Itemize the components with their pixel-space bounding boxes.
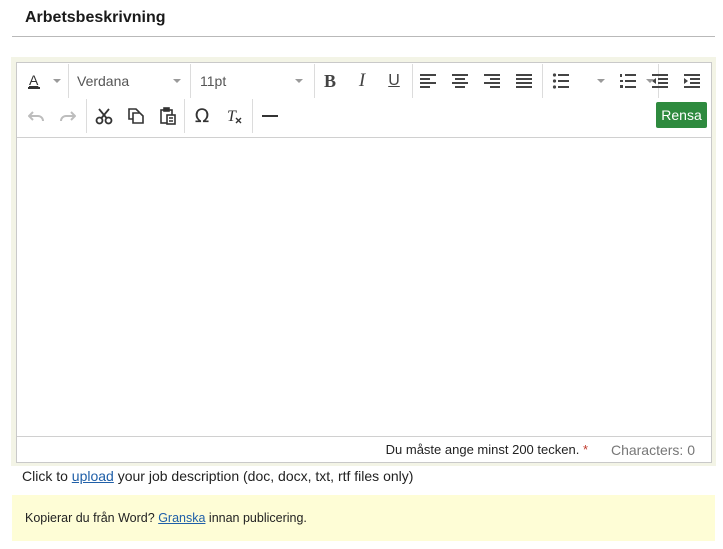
cut-button[interactable] xyxy=(89,102,119,130)
text-color-button[interactable]: A xyxy=(19,67,49,95)
word-notice-prefix: Kopierar du från Word? xyxy=(25,511,159,525)
clipboard-group xyxy=(87,99,185,133)
bullet-list-icon xyxy=(552,73,569,89)
svg-text:A: A xyxy=(29,72,39,88)
section-title: Arbetsbeskrivning xyxy=(25,9,166,26)
min-length-text: Du måste ange minst 200 tecken. xyxy=(385,442,580,457)
upload-prefix: Click to xyxy=(22,468,72,484)
cut-icon xyxy=(95,108,113,125)
rich-text-editor: A Verdana 11pt B I U Ω T Rensa Du måste … xyxy=(16,62,712,463)
toolbar-row-1: A Verdana 11pt B I U xyxy=(17,64,711,100)
bold-button[interactable]: B xyxy=(315,67,345,95)
word-notice-suffix: innan publicering. xyxy=(205,511,307,525)
history-group xyxy=(17,99,87,133)
undo-icon xyxy=(28,111,44,122)
horizontal-rule-icon xyxy=(262,115,278,117)
text-style-group: B I U xyxy=(315,64,413,98)
align-right-button[interactable] xyxy=(477,67,507,95)
editor-statusbar: Du måste ange minst 200 tecken. * Charac… xyxy=(17,436,711,462)
font-size-select[interactable]: 11pt xyxy=(191,64,315,98)
indent-group xyxy=(643,64,711,98)
clear-format-button[interactable]: T xyxy=(219,102,249,130)
min-length-notice: Du måste ange minst 200 tecken. * xyxy=(386,442,588,457)
align-left-button[interactable] xyxy=(413,67,443,95)
chevron-down-icon xyxy=(295,79,303,83)
toolbar-row-2: Ω T Rensa xyxy=(17,99,711,135)
align-center-icon xyxy=(452,74,468,88)
indent-icon xyxy=(684,74,700,88)
underline-icon: U xyxy=(388,72,400,89)
list-group xyxy=(543,64,659,98)
align-right-icon xyxy=(484,74,500,88)
align-justify-icon xyxy=(516,74,532,88)
font-family-select[interactable]: Verdana xyxy=(69,64,191,98)
word-paste-notice: Kopierar du från Word? Granska innan pub… xyxy=(12,495,715,541)
paste-button[interactable] xyxy=(153,102,183,130)
upload-link[interactable]: upload xyxy=(72,468,114,484)
granska-link[interactable]: Granska xyxy=(158,511,205,525)
editor-content-area[interactable] xyxy=(17,138,711,438)
redo-icon xyxy=(60,111,76,122)
bold-icon: B xyxy=(323,70,336,91)
upload-suffix: your job description (doc, docx, txt, rt… xyxy=(113,468,414,484)
character-count: Characters: 0 xyxy=(610,442,695,458)
required-mark: * xyxy=(582,442,588,457)
font-size-value: 11pt xyxy=(200,73,227,89)
undo-button[interactable] xyxy=(21,102,51,130)
outdent-icon xyxy=(652,74,668,88)
font-family-value: Verdana xyxy=(77,73,130,89)
bullet-list-button[interactable] xyxy=(546,67,576,95)
editor-toolbar: A Verdana 11pt B I U Ω T Rensa xyxy=(17,63,711,138)
omega-icon: Ω xyxy=(194,105,210,127)
italic-button[interactable]: I xyxy=(347,67,377,95)
bullet-list-caret[interactable] xyxy=(597,79,605,83)
text-color-group: A xyxy=(17,64,69,98)
italic-icon: I xyxy=(358,70,366,91)
paste-icon xyxy=(160,107,176,125)
redo-button[interactable] xyxy=(53,102,83,130)
align-justify-button[interactable] xyxy=(509,67,539,95)
hr-group xyxy=(253,99,287,133)
special-char-button[interactable]: Ω xyxy=(187,102,217,130)
svg-text:T: T xyxy=(227,108,237,125)
horizontal-rule-button[interactable] xyxy=(255,102,285,130)
editor-frame: A Verdana 11pt B I U Ω T Rensa Du måste … xyxy=(11,57,716,466)
copy-icon xyxy=(128,108,144,124)
underline-button[interactable]: U xyxy=(379,67,409,95)
outdent-button[interactable] xyxy=(645,67,675,95)
rensa-button[interactable]: Rensa xyxy=(656,102,707,128)
title-divider xyxy=(12,36,715,37)
align-left-icon xyxy=(420,74,436,88)
text-color-icon: A xyxy=(28,72,40,89)
clear-format-icon: T xyxy=(227,108,242,125)
align-center-button[interactable] xyxy=(445,67,475,95)
numbered-list-icon xyxy=(620,74,636,88)
text-color-caret[interactable] xyxy=(53,79,61,83)
numbered-list-button[interactable] xyxy=(613,67,643,95)
chevron-down-icon xyxy=(173,79,181,83)
alignment-group xyxy=(413,64,543,98)
upload-instructions: Click to upload your job description (do… xyxy=(22,468,413,484)
copy-button[interactable] xyxy=(121,102,151,130)
insert-group: Ω T xyxy=(185,99,253,133)
indent-button[interactable] xyxy=(677,67,707,95)
